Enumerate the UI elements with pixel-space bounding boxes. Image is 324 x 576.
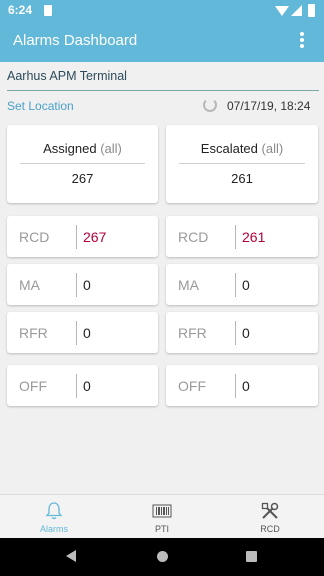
nav-label: Alarms bbox=[39, 524, 68, 534]
metric-label: MA bbox=[19, 277, 40, 293]
app-title: Alarms Dashboard bbox=[13, 32, 138, 49]
divider bbox=[235, 321, 236, 345]
status-bar: 6:24 bbox=[0, 0, 324, 22]
metric-label: MA bbox=[178, 277, 199, 293]
refresh-icon[interactable] bbox=[203, 98, 217, 112]
terminal-name[interactable]: Aarhus APM Terminal bbox=[7, 69, 127, 83]
system-nav-bar bbox=[0, 538, 324, 576]
metric-label: RFR bbox=[178, 325, 207, 341]
metric-label: RCD bbox=[19, 229, 50, 245]
wifi-icon bbox=[275, 6, 289, 16]
nav-pti[interactable]: PTI bbox=[108, 495, 216, 539]
last-updated: 07/17/19, 18:24 bbox=[227, 99, 311, 113]
sd-card-icon bbox=[44, 5, 52, 16]
divider bbox=[76, 273, 77, 297]
barcode-icon bbox=[152, 504, 172, 518]
metric-label: OFF bbox=[19, 378, 47, 394]
nav-alarms[interactable]: Alarms bbox=[0, 495, 108, 539]
metric-value: 0 bbox=[83, 378, 91, 394]
escalated-summary-card[interactable]: Escalated (all) 261 bbox=[166, 125, 318, 203]
assigned-metric-rcd[interactable]: RCD 267 bbox=[7, 216, 158, 257]
battery-icon bbox=[308, 4, 315, 17]
metric-value: 267 bbox=[83, 229, 107, 245]
nav-label: PTI bbox=[154, 524, 169, 534]
escalated-metric-off[interactable]: OFF 0 bbox=[166, 365, 318, 406]
nav-label: RCD bbox=[260, 524, 280, 534]
recents-icon[interactable] bbox=[246, 551, 257, 562]
escalated-count: 261 bbox=[231, 171, 253, 186]
assigned-metric-off[interactable]: OFF 0 bbox=[7, 365, 158, 406]
nav-rcd[interactable]: RCD bbox=[216, 495, 324, 539]
escalated-metric-rfr[interactable]: RFR 0 bbox=[166, 312, 318, 353]
divider bbox=[7, 90, 319, 91]
metric-value: 0 bbox=[83, 277, 91, 293]
assigned-summary-card[interactable]: Assigned (all) 267 bbox=[7, 125, 158, 203]
divider bbox=[76, 321, 77, 345]
divider bbox=[235, 273, 236, 297]
escalated-metric-ma[interactable]: MA 0 bbox=[166, 264, 318, 305]
metric-label: RCD bbox=[178, 229, 209, 245]
metric-value: 0 bbox=[83, 325, 91, 341]
escalated-metric-rcd[interactable]: RCD 261 bbox=[166, 216, 318, 257]
overflow-menu-icon[interactable] bbox=[296, 32, 308, 52]
divider bbox=[76, 225, 77, 249]
assigned-metric-rfr[interactable]: RFR 0 bbox=[7, 312, 158, 353]
divider bbox=[179, 163, 305, 164]
divider bbox=[76, 374, 77, 398]
assigned-count: 267 bbox=[71, 171, 94, 186]
metric-value: 0 bbox=[242, 277, 250, 293]
assigned-heading: Assigned (all) bbox=[43, 141, 122, 156]
metric-label: OFF bbox=[178, 378, 206, 394]
signal-icon bbox=[291, 5, 302, 16]
app-bar: Alarms Dashboard bbox=[0, 22, 324, 62]
divider bbox=[20, 163, 145, 164]
assigned-metric-ma[interactable]: MA 0 bbox=[7, 264, 158, 305]
metric-value: 261 bbox=[242, 229, 266, 245]
metric-value: 0 bbox=[242, 378, 250, 394]
set-location-link[interactable]: Set Location bbox=[7, 99, 74, 113]
divider bbox=[235, 374, 236, 398]
status-time: 6:24 bbox=[8, 3, 33, 17]
back-icon[interactable] bbox=[66, 550, 76, 562]
metric-label: RFR bbox=[19, 325, 48, 341]
divider bbox=[235, 225, 236, 249]
bell-icon bbox=[45, 502, 63, 520]
escalated-heading: Escalated (all) bbox=[200, 141, 284, 156]
home-icon[interactable] bbox=[157, 551, 168, 562]
tools-icon bbox=[261, 502, 279, 519]
metric-value: 0 bbox=[242, 325, 250, 341]
bottom-nav: Alarms PTI RCD bbox=[0, 494, 324, 538]
